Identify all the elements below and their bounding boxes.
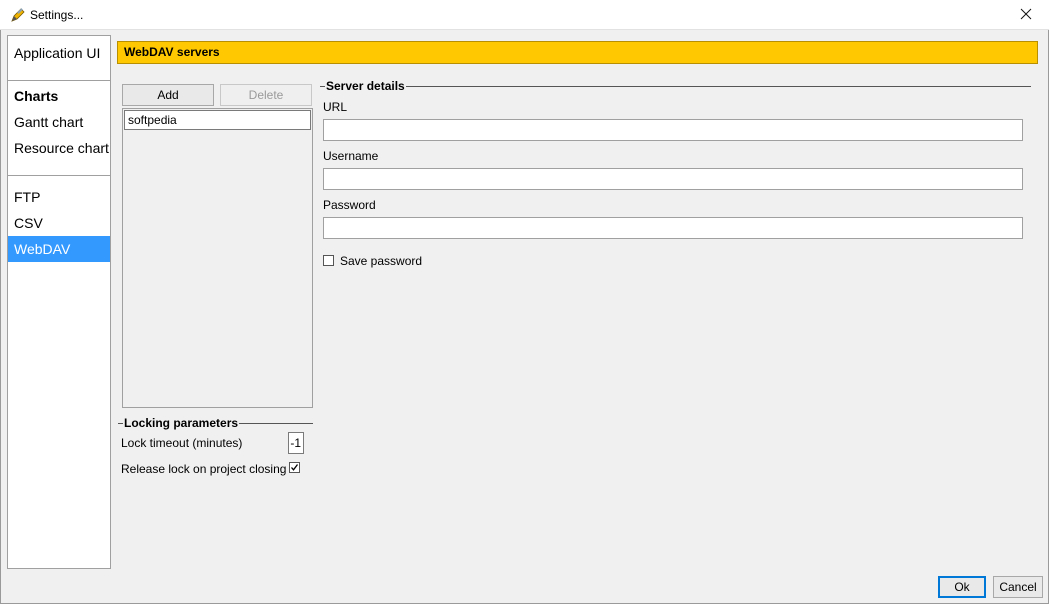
- list-item[interactable]: softpedia: [124, 110, 311, 130]
- close-button[interactable]: [1003, 0, 1049, 30]
- username-input[interactable]: [323, 168, 1023, 190]
- pen-icon: [10, 7, 26, 23]
- ok-button[interactable]: Ok: [938, 576, 986, 598]
- sidebar-item-application-ui[interactable]: Application UI: [8, 40, 110, 66]
- server-details-title: Server details: [325, 79, 406, 93]
- close-icon: [1020, 8, 1032, 23]
- add-server-button[interactable]: Add: [122, 84, 214, 106]
- title-bar: Settings...: [0, 0, 1049, 30]
- lock-timeout-label: Lock timeout (minutes): [121, 436, 243, 450]
- sidebar-item-gantt-chart[interactable]: Gantt chart: [8, 109, 110, 135]
- save-password-checkbox[interactable]: [323, 255, 334, 266]
- password-label: Password: [323, 198, 376, 212]
- sidebar-item-csv[interactable]: CSV: [8, 210, 110, 236]
- release-lock-label: Release lock on project closing: [121, 462, 287, 476]
- save-password-label: Save password: [340, 254, 423, 268]
- window-title: Settings...: [30, 8, 84, 22]
- checkmark-icon: [291, 464, 299, 471]
- release-lock-checkbox[interactable]: [289, 462, 300, 473]
- url-input[interactable]: [323, 119, 1023, 141]
- section-header: WebDAV servers: [117, 41, 1038, 64]
- sidebar-item-charts[interactable]: Charts: [8, 83, 110, 109]
- delete-server-button[interactable]: Delete: [220, 84, 312, 106]
- cancel-button[interactable]: Cancel: [993, 576, 1043, 598]
- password-input[interactable]: [323, 217, 1023, 239]
- locking-parameters-title: Locking parameters: [123, 416, 240, 430]
- sidebar-item-webdav[interactable]: WebDAV: [8, 236, 110, 262]
- server-list[interactable]: softpedia: [122, 108, 313, 408]
- settings-sidebar: Application UI Charts Gantt chart Resour…: [7, 35, 111, 569]
- sidebar-item-ftp[interactable]: FTP: [8, 184, 110, 210]
- username-label: Username: [323, 149, 379, 163]
- sidebar-divider: [8, 175, 110, 176]
- group-divider: [320, 86, 1031, 87]
- sidebar-divider: [8, 80, 110, 81]
- lock-timeout-input[interactable]: -1: [288, 432, 304, 454]
- url-label: URL: [323, 100, 348, 114]
- sidebar-item-resource-chart[interactable]: Resource chart: [8, 135, 110, 161]
